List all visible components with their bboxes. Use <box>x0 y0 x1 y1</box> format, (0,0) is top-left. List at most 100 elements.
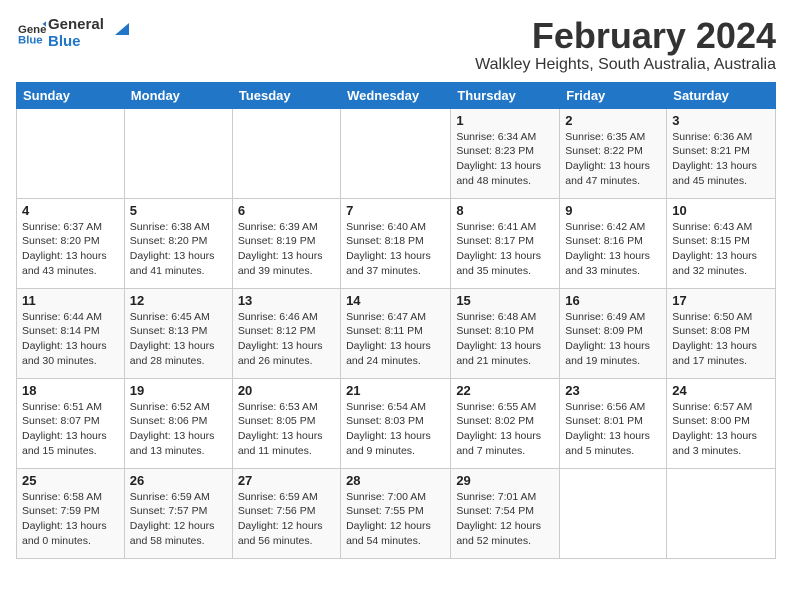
day-detail: Sunrise: 6:35 AM Sunset: 8:22 PM Dayligh… <box>565 130 661 189</box>
day-number: 6 <box>238 203 335 218</box>
calendar-cell: 8 Sunrise: 6:41 AM Sunset: 8:17 PM Daylig… <box>451 198 560 288</box>
calendar-cell: 16Sunrise: 6:49 AM Sunset: 8:09 PM Dayli… <box>560 288 667 378</box>
calendar-cell: 22 Sunrise: 6:55 AM Sunset: 8:02 PM Dayli… <box>451 378 560 468</box>
calendar-cell <box>560 468 667 558</box>
day-detail: Sunrise: 6:40 AM Sunset: 8:18 PM Dayligh… <box>346 220 445 279</box>
day-detail: Sunrise: 6:56 AM Sunset: 8:01 PM Dayligh… <box>565 400 661 459</box>
calendar-cell <box>124 108 232 198</box>
title-block: February 2024 Walkley Heights, South Aus… <box>475 16 776 74</box>
day-number: 10 <box>672 203 770 218</box>
day-number: 23 <box>565 383 661 398</box>
calendar-cell: 13Sunrise: 6:46 AM Sunset: 8:12 PM Dayli… <box>232 288 340 378</box>
day-detail: Sunrise: 6:58 AM Sunset: 7:59 PM Dayligh… <box>22 490 119 549</box>
day-number: 4 <box>22 203 119 218</box>
day-detail: Sunrise: 6:37 AM Sunset: 8:20 PM Dayligh… <box>22 220 119 279</box>
day-detail: Sunrise: 6:52 AM Sunset: 8:06 PM Dayligh… <box>130 400 227 459</box>
calendar-cell: 15 Sunrise: 6:48 AM Sunset: 8:10 PM Dayli… <box>451 288 560 378</box>
calendar-cell: 25 Sunrise: 6:58 AM Sunset: 7:59 PM Dayli… <box>17 468 125 558</box>
weekday-header-wednesday: Wednesday <box>341 82 451 108</box>
calendar-cell: 29Sunrise: 7:01 AM Sunset: 7:54 PM Dayli… <box>451 468 560 558</box>
day-number: 22 <box>456 383 554 398</box>
day-detail: Sunrise: 6:34 AM Sunset: 8:23 PM Dayligh… <box>456 130 554 189</box>
day-detail: Sunrise: 6:45 AM Sunset: 8:13 PM Dayligh… <box>130 310 227 369</box>
day-number: 16 <box>565 293 661 308</box>
day-number: 18 <box>22 383 119 398</box>
logo-blue: Blue <box>48 33 104 50</box>
day-number: 8 <box>456 203 554 218</box>
calendar-cell: 2 Sunrise: 6:35 AM Sunset: 8:22 PM Daylig… <box>560 108 667 198</box>
calendar-week-row: 1 Sunrise: 6:34 AM Sunset: 8:23 PM Daylig… <box>17 108 776 198</box>
day-number: 14 <box>346 293 445 308</box>
day-number: 20 <box>238 383 335 398</box>
day-number: 1 <box>456 113 554 128</box>
day-number: 17 <box>672 293 770 308</box>
weekday-header-friday: Friday <box>560 82 667 108</box>
day-number: 21 <box>346 383 445 398</box>
calendar-cell: 14 Sunrise: 6:47 AM Sunset: 8:11 PM Dayli… <box>341 288 451 378</box>
calendar-cell <box>232 108 340 198</box>
logo-general: General <box>48 16 104 33</box>
logo: General Blue General Blue <box>16 16 129 51</box>
svg-text:Blue: Blue <box>18 34 43 45</box>
calendar-week-row: 4 Sunrise: 6:37 AM Sunset: 8:20 PM Daylig… <box>17 198 776 288</box>
calendar-cell: 20 Sunrise: 6:53 AM Sunset: 8:05 PM Dayli… <box>232 378 340 468</box>
calendar-cell: 18 Sunrise: 6:51 AM Sunset: 8:07 PM Dayli… <box>17 378 125 468</box>
calendar-cell: 11 Sunrise: 6:44 AM Sunset: 8:14 PM Dayli… <box>17 288 125 378</box>
calendar-table: SundayMondayTuesdayWednesdayThursdayFrid… <box>16 82 776 559</box>
calendar-week-row: 25 Sunrise: 6:58 AM Sunset: 7:59 PM Dayli… <box>17 468 776 558</box>
day-number: 27 <box>238 473 335 488</box>
month-title: February 2024 <box>475 16 776 56</box>
day-detail: Sunrise: 6:57 AM Sunset: 8:00 PM Dayligh… <box>672 400 770 459</box>
day-number: 11 <box>22 293 119 308</box>
day-number: 25 <box>22 473 119 488</box>
calendar-cell: 5Sunrise: 6:38 AM Sunset: 8:20 PM Daylig… <box>124 198 232 288</box>
day-detail: Sunrise: 6:43 AM Sunset: 8:15 PM Dayligh… <box>672 220 770 279</box>
day-number: 26 <box>130 473 227 488</box>
day-detail: Sunrise: 6:48 AM Sunset: 8:10 PM Dayligh… <box>456 310 554 369</box>
calendar-cell: 9Sunrise: 6:42 AM Sunset: 8:16 PM Daylig… <box>560 198 667 288</box>
calendar-cell: 28Sunrise: 7:00 AM Sunset: 7:55 PM Dayli… <box>341 468 451 558</box>
day-number: 2 <box>565 113 661 128</box>
day-number: 7 <box>346 203 445 218</box>
day-detail: Sunrise: 6:54 AM Sunset: 8:03 PM Dayligh… <box>346 400 445 459</box>
calendar-cell: 21 Sunrise: 6:54 AM Sunset: 8:03 PM Dayli… <box>341 378 451 468</box>
weekday-header-tuesday: Tuesday <box>232 82 340 108</box>
day-detail: Sunrise: 6:51 AM Sunset: 8:07 PM Dayligh… <box>22 400 119 459</box>
calendar-header-row: SundayMondayTuesdayWednesdayThursdayFrid… <box>17 82 776 108</box>
calendar-cell: 10 Sunrise: 6:43 AM Sunset: 8:15 PM Dayli… <box>667 198 776 288</box>
day-detail: Sunrise: 6:44 AM Sunset: 8:14 PM Dayligh… <box>22 310 119 369</box>
day-number: 19 <box>130 383 227 398</box>
day-detail: Sunrise: 6:41 AM Sunset: 8:17 PM Dayligh… <box>456 220 554 279</box>
page-header: General Blue General Blue February 2024 … <box>16 16 776 74</box>
calendar-cell <box>341 108 451 198</box>
calendar-cell: 17Sunrise: 6:50 AM Sunset: 8:08 PM Dayli… <box>667 288 776 378</box>
day-number: 15 <box>456 293 554 308</box>
day-number: 9 <box>565 203 661 218</box>
weekday-header-sunday: Sunday <box>17 82 125 108</box>
weekday-header-thursday: Thursday <box>451 82 560 108</box>
calendar-cell: 4 Sunrise: 6:37 AM Sunset: 8:20 PM Daylig… <box>17 198 125 288</box>
day-number: 3 <box>672 113 770 128</box>
day-detail: Sunrise: 6:55 AM Sunset: 8:02 PM Dayligh… <box>456 400 554 459</box>
day-number: 5 <box>130 203 227 218</box>
calendar-body: 1 Sunrise: 6:34 AM Sunset: 8:23 PM Daylig… <box>17 108 776 558</box>
day-number: 28 <box>346 473 445 488</box>
day-detail: Sunrise: 6:53 AM Sunset: 8:05 PM Dayligh… <box>238 400 335 459</box>
calendar-cell: 7 Sunrise: 6:40 AM Sunset: 8:18 PM Daylig… <box>341 198 451 288</box>
day-detail: Sunrise: 6:36 AM Sunset: 8:21 PM Dayligh… <box>672 130 770 189</box>
calendar-cell <box>17 108 125 198</box>
weekday-header-monday: Monday <box>124 82 232 108</box>
day-detail: Sunrise: 6:47 AM Sunset: 8:11 PM Dayligh… <box>346 310 445 369</box>
calendar-cell: 23 Sunrise: 6:56 AM Sunset: 8:01 PM Dayli… <box>560 378 667 468</box>
calendar-week-row: 11 Sunrise: 6:44 AM Sunset: 8:14 PM Dayli… <box>17 288 776 378</box>
calendar-cell: 24Sunrise: 6:57 AM Sunset: 8:00 PM Dayli… <box>667 378 776 468</box>
weekday-header-saturday: Saturday <box>667 82 776 108</box>
calendar-cell: 3 Sunrise: 6:36 AM Sunset: 8:21 PM Daylig… <box>667 108 776 198</box>
day-number: 13 <box>238 293 335 308</box>
calendar-cell: 12Sunrise: 6:45 AM Sunset: 8:13 PM Dayli… <box>124 288 232 378</box>
calendar-cell: 19 Sunrise: 6:52 AM Sunset: 8:06 PM Dayli… <box>124 378 232 468</box>
calendar-cell: 27Sunrise: 6:59 AM Sunset: 7:56 PM Dayli… <box>232 468 340 558</box>
day-detail: Sunrise: 6:39 AM Sunset: 8:19 PM Dayligh… <box>238 220 335 279</box>
day-number: 29 <box>456 473 554 488</box>
calendar-cell: 1 Sunrise: 6:34 AM Sunset: 8:23 PM Daylig… <box>451 108 560 198</box>
